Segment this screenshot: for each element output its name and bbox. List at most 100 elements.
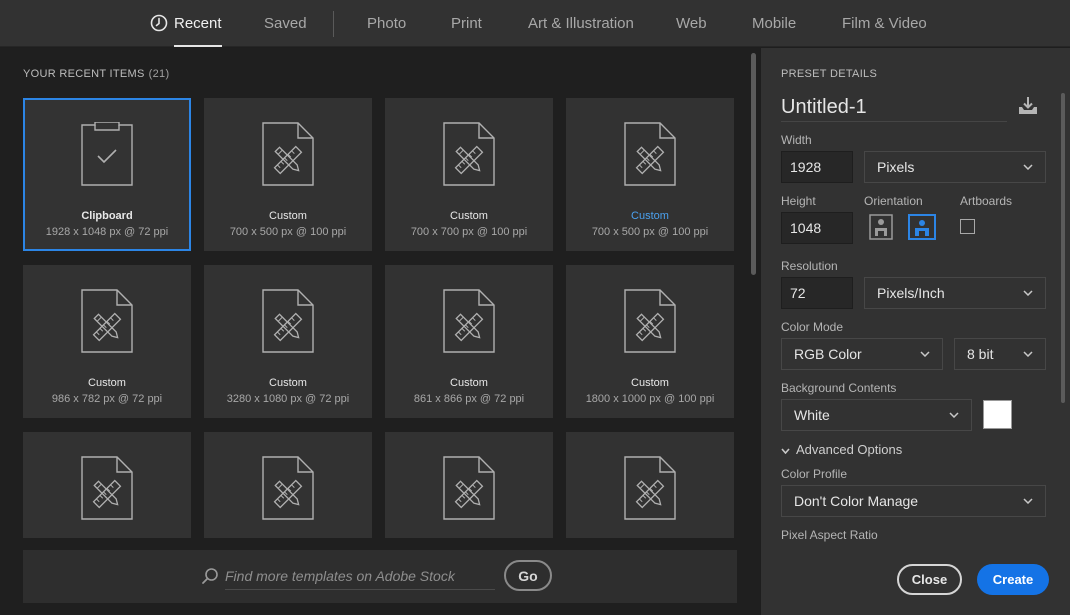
color-mode-value: RGB Color bbox=[794, 346, 862, 362]
artboards-label: Artboards bbox=[960, 194, 1013, 208]
close-button[interactable]: Close bbox=[897, 564, 962, 595]
tab-label: Photo bbox=[367, 15, 407, 32]
tab-label: Mobile bbox=[752, 15, 797, 32]
width-input[interactable]: 1928 bbox=[781, 151, 853, 183]
landscape-orientation-icon[interactable] bbox=[908, 214, 936, 240]
chevron-down-icon bbox=[1023, 351, 1033, 357]
tab-label: Print bbox=[451, 15, 482, 32]
recent-item-card[interactable] bbox=[385, 432, 553, 538]
recent-item-card[interactable]: Custom 3280 x 1080 px @ 72 ppi bbox=[204, 265, 372, 418]
resolution-input[interactable]: 72 bbox=[781, 277, 853, 309]
background-contents-select[interactable]: White bbox=[781, 399, 972, 431]
tab-photo[interactable]: Photo bbox=[367, 0, 406, 47]
recent-item-card[interactable]: Custom 986 x 782 px @ 72 ppi bbox=[23, 265, 191, 418]
recent-item-card[interactable]: Custom 861 x 866 px @ 72 ppi bbox=[385, 265, 553, 418]
recent-item-name: Custom bbox=[631, 210, 669, 222]
recent-item-card[interactable]: Custom 1800 x 1000 px @ 100 ppi bbox=[566, 265, 734, 418]
advanced-options-label: Advanced Options bbox=[796, 442, 903, 457]
recent-item-name: Custom bbox=[450, 210, 488, 222]
document-ruler-pencil-icon bbox=[443, 289, 495, 353]
color-mode-select[interactable]: RGB Color bbox=[781, 338, 943, 370]
recent-items-count: (21) bbox=[148, 68, 170, 80]
document-ruler-pencil-icon bbox=[624, 289, 676, 353]
resolution-unit-select[interactable]: Pixels/Inch bbox=[864, 277, 1046, 309]
color-profile-label: Color Profile bbox=[781, 467, 848, 481]
save-preset-icon[interactable] bbox=[1017, 96, 1039, 116]
resolution-unit-value: Pixels/Inch bbox=[877, 285, 945, 301]
recent-items-panel: YOUR RECENT ITEMS (21) Clipboard 1928 x 10… bbox=[0, 48, 760, 615]
chevron-down-icon bbox=[781, 448, 790, 454]
document-name-input[interactable] bbox=[781, 94, 1007, 122]
recent-item-dimensions: 3280 x 1080 px @ 72 ppi bbox=[226, 393, 350, 405]
recent-item-name: Custom bbox=[88, 377, 126, 389]
document-ruler-pencil-icon bbox=[262, 122, 314, 186]
recent-item-dimensions: 1928 x 1048 px @ 72 ppi bbox=[45, 226, 169, 238]
tab-saved[interactable]: Saved bbox=[264, 0, 307, 47]
recent-item-dimensions: 986 x 782 px @ 72 ppi bbox=[51, 393, 163, 405]
background-contents-value: White bbox=[794, 407, 830, 423]
bit-depth-value: 8 bit bbox=[967, 346, 994, 362]
document-ruler-pencil-icon bbox=[624, 122, 676, 186]
chevron-down-icon bbox=[1023, 164, 1033, 170]
tab-film-video[interactable]: Film & Video bbox=[842, 0, 927, 47]
create-button[interactable]: Create bbox=[977, 564, 1049, 595]
background-contents-label: Background Contents bbox=[781, 381, 897, 395]
height-label: Height bbox=[781, 194, 816, 208]
recent-item-card[interactable]: Custom 700 x 500 px @ 100 ppi bbox=[204, 98, 372, 251]
chevron-down-icon bbox=[949, 412, 959, 418]
pixel-aspect-ratio-label: Pixel Aspect Ratio bbox=[781, 528, 878, 542]
resolution-label: Resolution bbox=[781, 259, 838, 273]
preset-details-panel: PRESET DETAILS Width 1928 Pixels Height … bbox=[761, 48, 1070, 615]
scrollbar[interactable] bbox=[1061, 93, 1065, 403]
chevron-down-icon bbox=[1023, 290, 1033, 296]
recent-item-card[interactable] bbox=[23, 432, 191, 538]
orientation-label: Orientation bbox=[864, 194, 923, 208]
recent-item-dimensions: 861 x 866 px @ 72 ppi bbox=[413, 393, 525, 405]
tab-mobile[interactable]: Mobile bbox=[752, 0, 796, 47]
color-profile-select[interactable]: Don't Color Manage bbox=[781, 485, 1046, 517]
recent-items-grid: Clipboard 1928 x 1048 px @ 72 ppi Custom 70… bbox=[23, 98, 735, 538]
document-ruler-pencil-icon bbox=[443, 122, 495, 186]
recent-item-dimensions: 700 x 500 px @ 100 ppi bbox=[591, 226, 709, 238]
clock-icon bbox=[150, 14, 168, 32]
stock-search-input[interactable] bbox=[225, 562, 495, 590]
tab-label: Art & Illustration bbox=[528, 15, 634, 32]
scrollbar[interactable] bbox=[751, 53, 756, 275]
document-ruler-pencil-icon bbox=[262, 456, 314, 520]
tab-label: Saved bbox=[264, 15, 307, 32]
artboards-checkbox[interactable] bbox=[960, 219, 975, 234]
recent-item-card[interactable]: Custom 700 x 500 px @ 100 ppi bbox=[566, 98, 734, 251]
go-button[interactable]: Go bbox=[504, 560, 552, 591]
color-mode-label: Color Mode bbox=[781, 320, 844, 334]
recent-items-heading: YOUR RECENT ITEMS (21) bbox=[23, 68, 169, 80]
tab-label: Recent bbox=[174, 15, 222, 32]
bit-depth-select[interactable]: 8 bit bbox=[954, 338, 1046, 370]
height-input[interactable]: 1048 bbox=[781, 212, 853, 244]
tab-divider bbox=[333, 11, 334, 37]
background-color-swatch[interactable] bbox=[983, 400, 1012, 429]
recent-item-name: Clipboard bbox=[81, 210, 133, 222]
advanced-options-toggle[interactable]: Advanced Options bbox=[781, 442, 902, 457]
tab-art-illustration[interactable]: Art & Illustration bbox=[528, 0, 634, 47]
recent-item-card[interactable]: Clipboard 1928 x 1048 px @ 72 ppi bbox=[23, 98, 191, 251]
width-unit-select[interactable]: Pixels bbox=[864, 151, 1046, 183]
tab-print[interactable]: Print bbox=[451, 0, 482, 47]
tab-web[interactable]: Web bbox=[676, 0, 707, 47]
recent-item-card[interactable]: Custom 700 x 700 px @ 100 ppi bbox=[385, 98, 553, 251]
recent-item-dimensions: 700 x 700 px @ 100 ppi bbox=[410, 226, 528, 238]
portrait-orientation-icon[interactable] bbox=[868, 214, 894, 240]
stock-search-bar: Go bbox=[23, 550, 737, 603]
recent-item-dimensions: 1800 x 1000 px @ 100 ppi bbox=[585, 393, 715, 405]
recent-item-name: Custom bbox=[450, 377, 488, 389]
recent-item-dimensions: 700 x 500 px @ 100 ppi bbox=[229, 226, 347, 238]
recent-item-name: Custom bbox=[631, 377, 669, 389]
color-profile-value: Don't Color Manage bbox=[794, 493, 919, 509]
document-ruler-pencil-icon bbox=[443, 456, 495, 520]
recent-item-name: Custom bbox=[269, 210, 307, 222]
tab-recent[interactable]: Recent bbox=[150, 0, 222, 47]
recent-item-card[interactable] bbox=[204, 432, 372, 538]
tab-label: Film & Video bbox=[842, 15, 927, 32]
width-label: Width bbox=[781, 133, 812, 147]
recent-item-card[interactable] bbox=[566, 432, 734, 538]
document-ruler-pencil-icon bbox=[262, 289, 314, 353]
